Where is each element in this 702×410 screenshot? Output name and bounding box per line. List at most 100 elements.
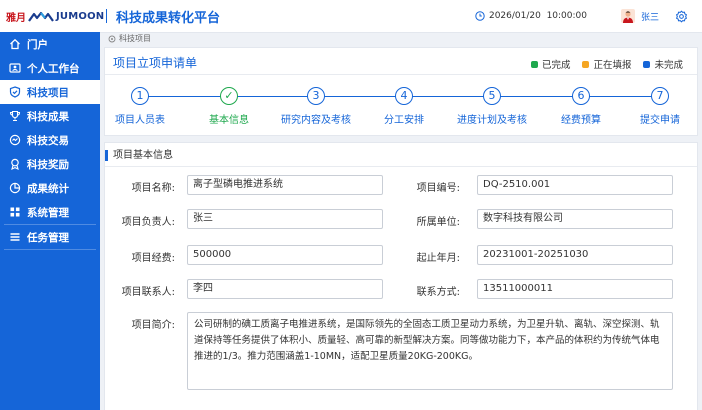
section-divider xyxy=(105,166,697,167)
sidebar-item-statistics[interactable]: 成果统计 xyxy=(0,176,100,200)
clock-icon xyxy=(475,11,485,21)
contact-label: 项目联系人: xyxy=(121,287,175,298)
datetime-text: 2026/01/20 10:00:00 xyxy=(488,11,587,21)
sidebar-item-system[interactable]: 系统管理 xyxy=(0,200,100,224)
project-name-label: 项目名称: xyxy=(131,183,175,194)
avatar[interactable] xyxy=(620,9,635,23)
step-1[interactable]: 1 项目人员表 xyxy=(95,87,185,126)
step-label: 基本信息 xyxy=(209,115,249,126)
section-title: 项目基本信息 xyxy=(105,150,173,161)
step-4[interactable]: 4 分工安排 xyxy=(359,87,449,126)
sidebar: 门户 个人工作台 科技项目 科技成果 科技交易 科技奖励 成果统计 系统管理 任… xyxy=(0,32,100,410)
step-number: 5 xyxy=(483,87,501,105)
legend-item-pending: 未完成 xyxy=(643,57,683,71)
form-header-panel: 项目立项申请单 已完成 正在填报 未完成 1 项目人员表 ✓ 基本信息 3 研究… xyxy=(104,47,698,136)
intro-label: 项目简介: xyxy=(131,320,175,331)
legend-swatch xyxy=(530,60,538,68)
location-icon xyxy=(108,35,116,42)
contact-field[interactable]: 李四 xyxy=(187,279,383,299)
phone-label: 联系方式: xyxy=(416,287,460,298)
header-divider xyxy=(105,74,697,75)
logo-cn-text: 雅月 xyxy=(6,13,26,24)
budget-label: 项目经费: xyxy=(131,253,175,264)
brand-logo[interactable]: 雅月 JUMOON xyxy=(6,9,104,24)
step-number: 1 xyxy=(131,87,149,105)
legend-swatch xyxy=(643,60,651,68)
legend-label: 未完成 xyxy=(654,60,683,71)
logo-en-text: JUMOON xyxy=(56,11,105,22)
budget-field[interactable]: 500000 xyxy=(187,245,383,265)
phone-field[interactable]: 13511000011 xyxy=(477,279,673,299)
unit-field[interactable]: 数字科技有限公司 xyxy=(477,209,673,229)
step-number: 4 xyxy=(395,87,413,105)
sidebar-item-label: 科技交易 xyxy=(27,134,69,147)
sidebar-item-projects[interactable]: 科技项目 xyxy=(0,80,100,104)
sidebar-item-workbench[interactable]: 个人工作台 xyxy=(0,56,100,80)
legend-item-done: 已完成 xyxy=(530,57,571,71)
step-label: 经费预算 xyxy=(561,115,601,126)
intro-textarea[interactable]: 公司研制的碘工质离子电推进系统，是国际领先的全固态工质卫星动力系统，为卫星升轨、… xyxy=(187,312,673,390)
app-title: 科技成果转化平台 xyxy=(116,11,221,26)
pie-chart-icon xyxy=(9,182,21,194)
sidebar-item-label: 科技奖励 xyxy=(27,158,69,171)
step-label: 进度计划及考核 xyxy=(457,115,527,126)
gear-icon[interactable] xyxy=(675,10,688,23)
step-3[interactable]: 3 研究内容及考核 xyxy=(271,87,361,126)
basic-info-panel: 项目基本信息 项目名称: 离子型磷电推进系统 项目编号: DQ-2510.001… xyxy=(104,142,698,410)
project-name-field[interactable]: 离子型磷电推进系统 xyxy=(187,175,383,195)
shield-icon xyxy=(9,86,21,98)
sidebar-item-label: 任务管理 xyxy=(27,231,69,244)
project-leader-label: 项目负责人: xyxy=(121,217,175,228)
breadcrumb-text[interactable]: 科技项目 xyxy=(119,33,151,44)
top-bar: 雅月 JUMOON 科技成果转化平台 2026/01/20 10:00:00 张… xyxy=(0,0,702,33)
sidebar-item-label: 个人工作台 xyxy=(27,62,80,75)
trophy-icon xyxy=(9,110,21,122)
legend-label: 已完成 xyxy=(541,60,571,71)
step-7[interactable]: 7 提交申请 xyxy=(615,87,702,126)
project-code-field[interactable]: DQ-2510.001 xyxy=(477,175,673,195)
sidebar-item-trading[interactable]: 科技交易 xyxy=(0,128,100,152)
legend-swatch xyxy=(582,60,590,68)
period-label: 起止年月: xyxy=(416,253,460,264)
home-icon xyxy=(9,38,21,50)
legend-item-filling: 正在填报 xyxy=(582,57,631,71)
status-legend: 已完成 正在填报 未完成 xyxy=(519,57,683,71)
id-card-icon xyxy=(9,62,21,74)
sidebar-item-label: 门户 xyxy=(27,38,48,51)
medal-icon xyxy=(9,158,21,170)
step-label: 研究内容及考核 xyxy=(281,115,351,126)
unit-label: 所属单位: xyxy=(416,217,460,228)
sidebar-item-awards[interactable]: 科技奖励 xyxy=(0,152,100,176)
datetime-display: 2026/01/20 10:00:00 xyxy=(475,11,587,21)
sidebar-item-label: 成果统计 xyxy=(27,182,69,195)
project-leader-field[interactable]: 张三 xyxy=(187,209,383,229)
sidebar-item-label: 系统管理 xyxy=(27,206,69,219)
step-6[interactable]: 6 经费预算 xyxy=(536,87,626,126)
step-number: 6 xyxy=(572,87,590,105)
sidebar-item-achievements[interactable]: 科技成果 xyxy=(0,104,100,128)
logo-mark-icon xyxy=(28,11,54,22)
step-number: 3 xyxy=(307,87,325,105)
breadcrumb: 科技项目 xyxy=(108,33,151,44)
step-label: 提交申请 xyxy=(640,115,680,126)
sidebar-item-label: 科技项目 xyxy=(27,86,69,99)
legend-label: 正在填报 xyxy=(593,60,632,71)
title-divider xyxy=(106,9,107,23)
list-icon xyxy=(9,231,21,243)
sidebar-item-portal[interactable]: 门户 xyxy=(0,32,100,56)
period-field[interactable]: 20231001-20251030 xyxy=(477,245,673,265)
check-icon: ✓ xyxy=(220,87,238,105)
project-code-label: 项目编号: xyxy=(416,183,460,194)
step-label: 分工安排 xyxy=(384,115,424,126)
username[interactable]: 张三 xyxy=(641,10,659,23)
handshake-icon xyxy=(9,134,21,146)
step-2[interactable]: ✓ 基本信息 xyxy=(184,87,274,126)
grid-icon xyxy=(9,206,21,218)
sidebar-item-tasks[interactable]: 任务管理 xyxy=(0,225,100,249)
sidebar-divider xyxy=(4,249,96,250)
sidebar-item-label: 科技成果 xyxy=(27,110,69,123)
step-label: 项目人员表 xyxy=(115,115,165,126)
step-5[interactable]: 5 进度计划及考核 xyxy=(447,87,537,126)
form-title: 项目立项申请单 xyxy=(113,56,198,70)
step-number: 7 xyxy=(651,87,669,105)
